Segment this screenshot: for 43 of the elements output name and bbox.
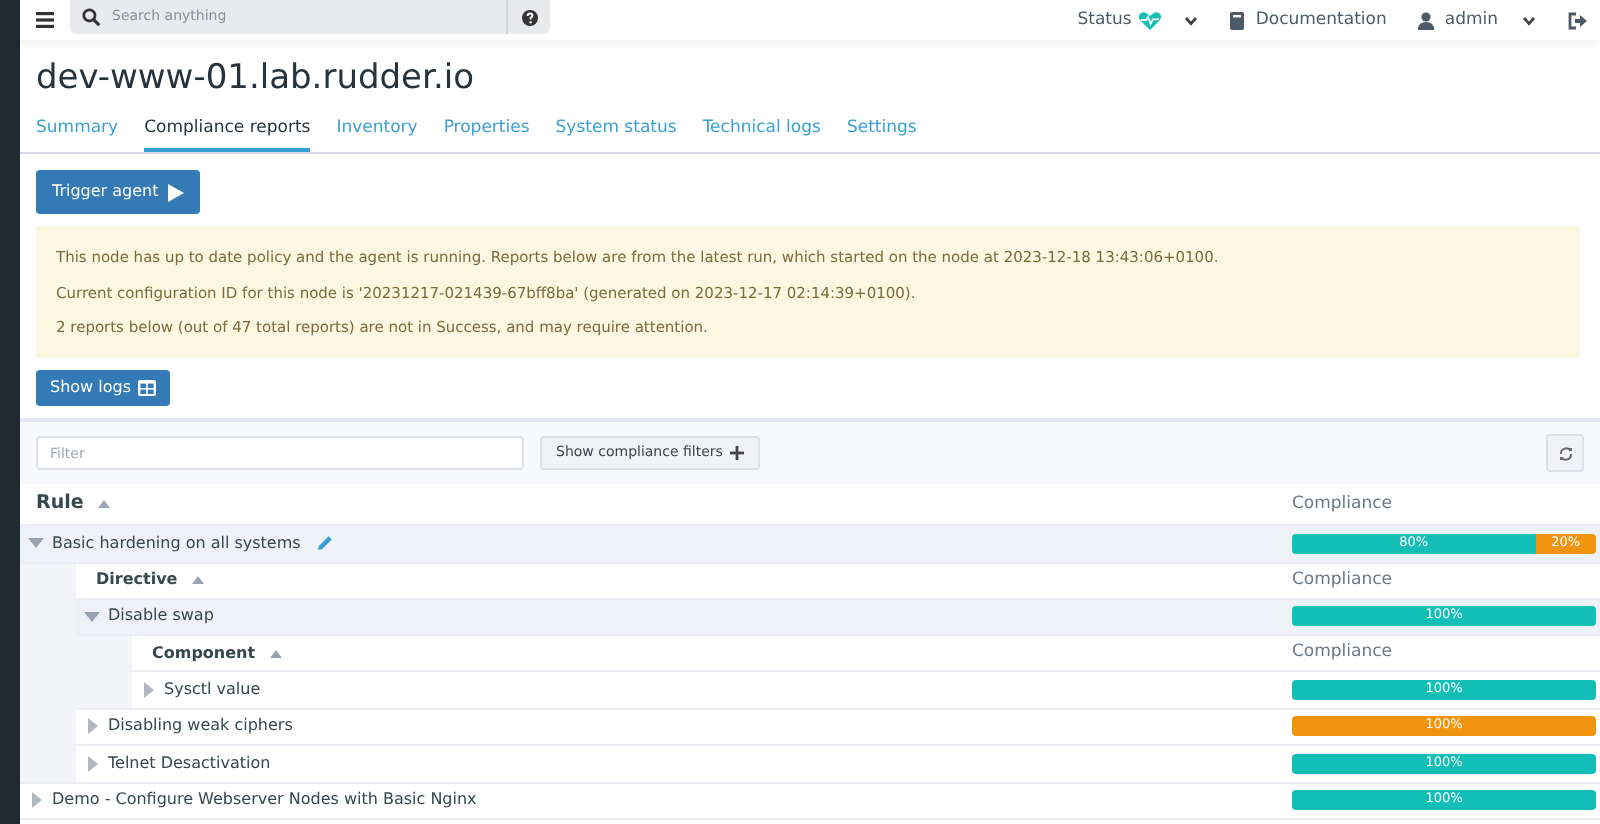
tab[interactable]: Compliance reports: [144, 113, 311, 153]
heartbeat-icon: [1137, 9, 1162, 31]
column-header: Compliance: [1292, 642, 1393, 663]
column-header[interactable]: Component: [152, 641, 256, 665]
chevron-icon: [1183, 15, 1198, 25]
column-header: Compliance: [1292, 569, 1393, 590]
column-header[interactable]: Directive: [96, 568, 178, 592]
node-title: dev-www-01.lab.rudder.io: [36, 56, 476, 102]
sort-icon[interactable]: [97, 500, 110, 508]
caret-icon[interactable]: [28, 538, 44, 549]
documentation-link[interactable]: Documentation: [1229, 7, 1387, 33]
caret-icon[interactable]: [31, 792, 41, 809]
caret-icon[interactable]: [84, 611, 100, 622]
logout-icon[interactable]: [1568, 11, 1588, 29]
refresh-icon: [1557, 445, 1573, 461]
table-icon: [137, 380, 155, 396]
row-name[interactable]: Basic hardening on all systems: [52, 531, 301, 556]
pencil-icon[interactable]: [316, 534, 335, 553]
caret-icon[interactable]: [143, 681, 153, 698]
caret-icon[interactable]: [87, 755, 97, 772]
show-logs-button[interactable]: Show logs: [36, 370, 169, 406]
search-icon: [82, 8, 100, 26]
column-header[interactable]: Rule: [36, 489, 84, 519]
row-name[interactable]: Telnet Desactivation: [108, 751, 271, 776]
row-name[interactable]: Demo - Configure Webserver Nodes with Basic Nginx: [52, 788, 477, 813]
help-icon[interactable]: [521, 9, 537, 25]
status-menu[interactable]: Status: [1077, 7, 1198, 33]
user-icon: [1418, 11, 1435, 29]
play-icon: [168, 183, 185, 202]
row-name[interactable]: Disabling weak ciphers: [108, 714, 293, 739]
chevron-icon: [1522, 15, 1536, 25]
menu-icon[interactable]: [36, 12, 54, 28]
sort-icon[interactable]: [191, 576, 204, 584]
caret-icon[interactable]: [87, 718, 97, 735]
user-menu[interactable]: admin: [1418, 7, 1536, 33]
plus-icon: [730, 446, 745, 460]
column-header: Compliance: [1292, 493, 1393, 514]
book-icon: [1229, 11, 1244, 29]
sort-icon[interactable]: [269, 649, 282, 657]
refresh-button[interactable]: [1546, 434, 1584, 472]
trigger-agent-button[interactable]: Trigger agent: [36, 170, 201, 215]
row-name[interactable]: Disable swap: [108, 604, 214, 629]
row-name[interactable]: Sysctl value: [164, 677, 261, 702]
